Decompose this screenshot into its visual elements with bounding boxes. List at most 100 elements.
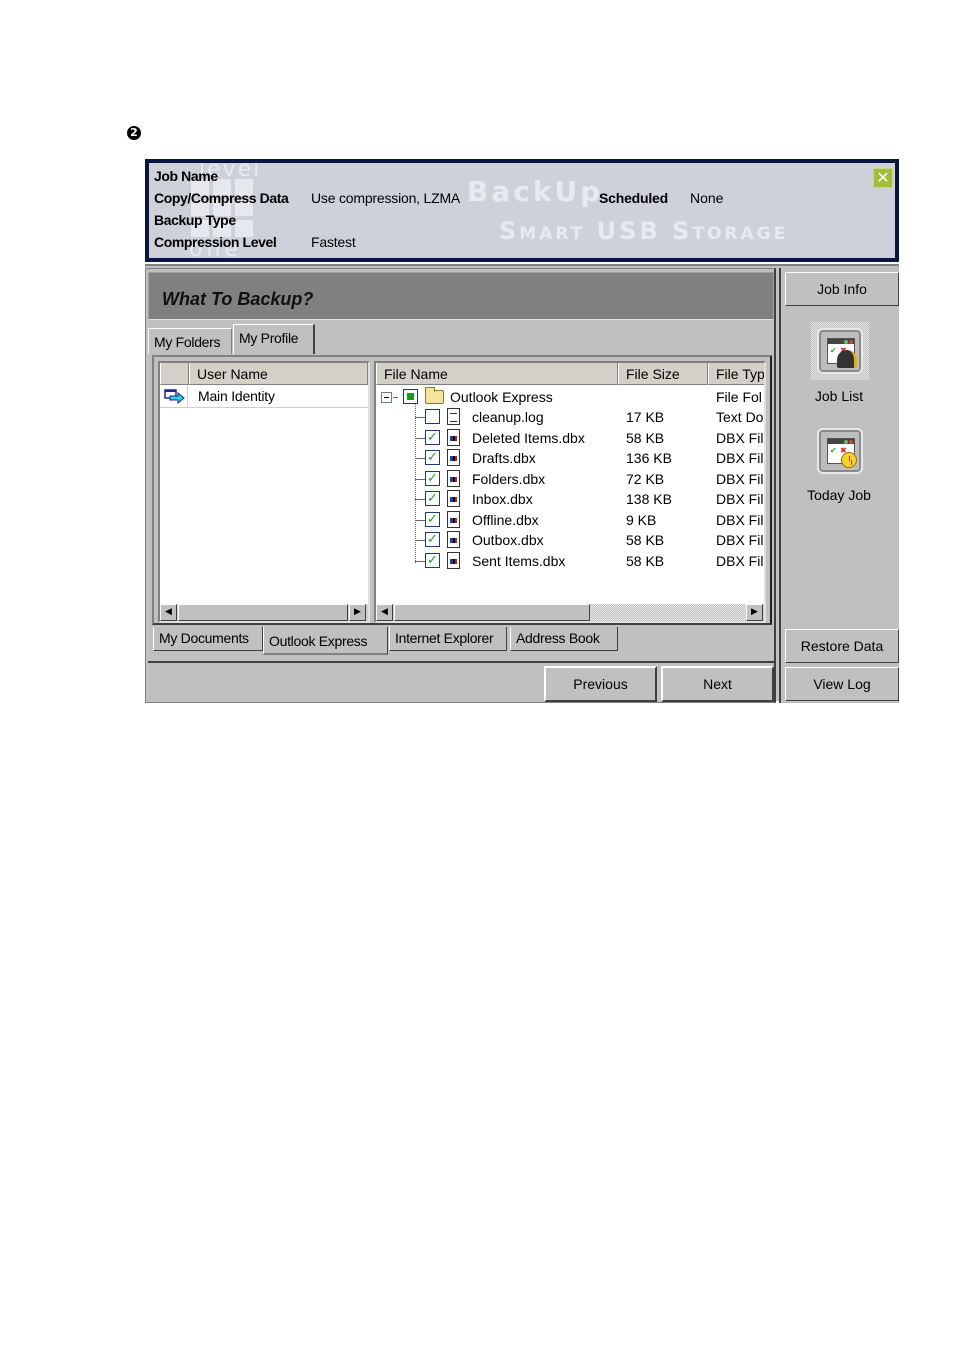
- checkbox-checked[interactable]: [425, 510, 440, 530]
- file-name: Deleted Items.dbx: [472, 430, 585, 446]
- file-list-hscrollbar[interactable]: ◀ ▶: [376, 603, 764, 621]
- collapse-icon[interactable]: [381, 392, 392, 403]
- watermark-tagline: Smart USB Storage: [499, 217, 789, 245]
- checkbox-checked[interactable]: [425, 448, 440, 468]
- column-header-file-size[interactable]: File Size: [618, 363, 708, 385]
- file-size: 17 KB: [626, 409, 665, 425]
- tree-row[interactable]: Offline.dbx 9 KB DBX Fil: [376, 510, 764, 530]
- scroll-left-button[interactable]: ◀: [160, 604, 177, 621]
- tab-my-folders[interactable]: My Folders: [148, 328, 232, 354]
- file-size: 58 KB: [626, 430, 665, 446]
- info-label: Backup Type: [154, 212, 236, 228]
- sidebar: Job Info ✔ ✖ Job List ✔ ✖: [779, 268, 899, 703]
- tab-my-profile[interactable]: My Profile: [233, 324, 315, 354]
- scroll-track[interactable]: [590, 604, 746, 621]
- watermark-logo-grid: [191, 179, 253, 237]
- today-job-clock-icon: ✔ ✖: [817, 428, 863, 474]
- scroll-thumb[interactable]: [394, 604, 590, 621]
- info-value: Fastest: [311, 234, 356, 250]
- checkbox-checked[interactable]: [425, 551, 440, 571]
- info-label: Job Name: [154, 168, 218, 184]
- tree-row[interactable]: Sent Items.dbx 58 KB DBX Fil: [376, 551, 764, 571]
- checkbox-checked[interactable]: [425, 469, 440, 489]
- profile-content: User Name Main Identity ◀ ▶ File Name Fi…: [152, 355, 772, 625]
- tree-row-root[interactable]: Outlook Express File Fol: [376, 387, 764, 407]
- file-size: 136 KB: [626, 450, 672, 466]
- file-type: DBX Fil: [716, 471, 764, 487]
- job-list-button[interactable]: ✔ ✖: [811, 322, 869, 380]
- file-name: Outlook Express: [450, 389, 553, 405]
- job-info-panel: level one BackUp Smart USB Storage Job N…: [145, 159, 899, 262]
- tree-row[interactable]: Folders.dbx 72 KB DBX Fil: [376, 469, 764, 489]
- step-number-marker: 2: [127, 126, 141, 140]
- tab-address-book[interactable]: Address Book: [510, 627, 618, 651]
- view-log-button[interactable]: View Log: [785, 667, 899, 701]
- file-type: DBX Fil: [716, 430, 764, 446]
- file-size: 9 KB: [626, 512, 657, 528]
- tree-row[interactable]: cleanup.log 17 KB Text Do: [376, 407, 764, 427]
- info-value: Use compression, LZMA: [311, 190, 461, 206]
- info-label: Copy/Compress Data: [154, 190, 289, 206]
- tab-outlook-express[interactable]: Outlook Express: [263, 627, 388, 655]
- column-header-icon[interactable]: [160, 363, 189, 385]
- checkbox-checked[interactable]: [425, 428, 440, 448]
- job-info-button[interactable]: Job Info: [785, 272, 899, 306]
- dbx-file-icon: [447, 490, 460, 507]
- tree-row[interactable]: Drafts.dbx 136 KB DBX Fil: [376, 448, 764, 468]
- file-type: Text Do: [716, 409, 764, 425]
- checkbox-partial[interactable]: [403, 389, 418, 404]
- user-list: User Name Main Identity ◀ ▶: [158, 361, 370, 623]
- info-row-scheduled: Scheduled None: [599, 190, 723, 206]
- tree-connector: [415, 438, 425, 439]
- column-header-user-name[interactable]: User Name: [189, 363, 368, 385]
- file-size: 58 KB: [626, 553, 665, 569]
- tree-connector: [415, 458, 425, 459]
- scroll-right-button[interactable]: ▶: [349, 604, 366, 621]
- dbx-file-icon: [447, 449, 460, 466]
- file-name: Drafts.dbx: [472, 450, 536, 466]
- info-row-copy-compress: Copy/Compress Data Use compression, LZMA: [154, 190, 460, 206]
- tree-row[interactable]: Outbox.dbx 58 KB DBX Fil: [376, 530, 764, 550]
- restore-data-button[interactable]: Restore Data: [785, 629, 899, 663]
- list-item[interactable]: Main Identity: [160, 386, 368, 408]
- page-title: What To Backup?: [162, 289, 314, 309]
- watermark-product: BackUp: [467, 175, 604, 208]
- checkbox[interactable]: [425, 409, 440, 424]
- checkbox-checked[interactable]: [425, 530, 440, 550]
- scroll-right-button[interactable]: ▶: [746, 604, 763, 621]
- file-type: DBX Fil: [716, 450, 764, 466]
- file-name: Offline.dbx: [472, 512, 539, 528]
- column-header-file-name[interactable]: File Name: [376, 363, 618, 385]
- previous-button[interactable]: Previous: [544, 666, 657, 702]
- file-list: File Name File Size File Typ Outlook Exp…: [374, 361, 766, 623]
- dbx-file-icon: [447, 511, 460, 528]
- scroll-thumb[interactable]: [178, 604, 348, 621]
- file-size: 58 KB: [626, 532, 665, 548]
- tree-connector: [415, 479, 425, 480]
- identity-arrow-icon: [160, 386, 188, 407]
- file-type: DBX Fil: [716, 532, 764, 548]
- wizard-panel: What To Backup? My Folders My Profile Us…: [145, 268, 776, 703]
- file-name: cleanup.log: [472, 409, 544, 425]
- today-job-label[interactable]: Today Job: [781, 487, 897, 503]
- scroll-left-button[interactable]: ◀: [376, 604, 393, 621]
- tab-my-documents[interactable]: My Documents: [153, 627, 263, 651]
- wizard-title-bar: What To Backup?: [148, 272, 774, 320]
- next-button[interactable]: Next: [661, 666, 774, 702]
- user-list-hscrollbar[interactable]: ◀ ▶: [160, 603, 368, 621]
- tree-connector: [393, 397, 398, 398]
- tree-row[interactable]: Inbox.dbx 138 KB DBX Fil: [376, 489, 764, 509]
- wizard-nav-bar: Previous Next: [148, 661, 774, 702]
- column-header-file-type[interactable]: File Typ: [708, 363, 764, 385]
- job-list-label[interactable]: Job List: [781, 388, 897, 404]
- today-job-button[interactable]: ✔ ✖: [811, 422, 869, 480]
- close-icon[interactable]: ✕: [873, 168, 893, 188]
- checkbox-checked[interactable]: [425, 489, 440, 509]
- tab-internet-explorer[interactable]: Internet Explorer: [389, 627, 507, 651]
- info-row-job-name: Job Name: [154, 168, 218, 184]
- file-name: Inbox.dbx: [472, 491, 533, 507]
- dbx-file-icon: [447, 552, 460, 569]
- tree-row[interactable]: Deleted Items.dbx 58 KB DBX Fil: [376, 428, 764, 448]
- main-window: What To Backup? My Folders My Profile Us…: [145, 264, 899, 703]
- file-type: DBX Fil: [716, 553, 764, 569]
